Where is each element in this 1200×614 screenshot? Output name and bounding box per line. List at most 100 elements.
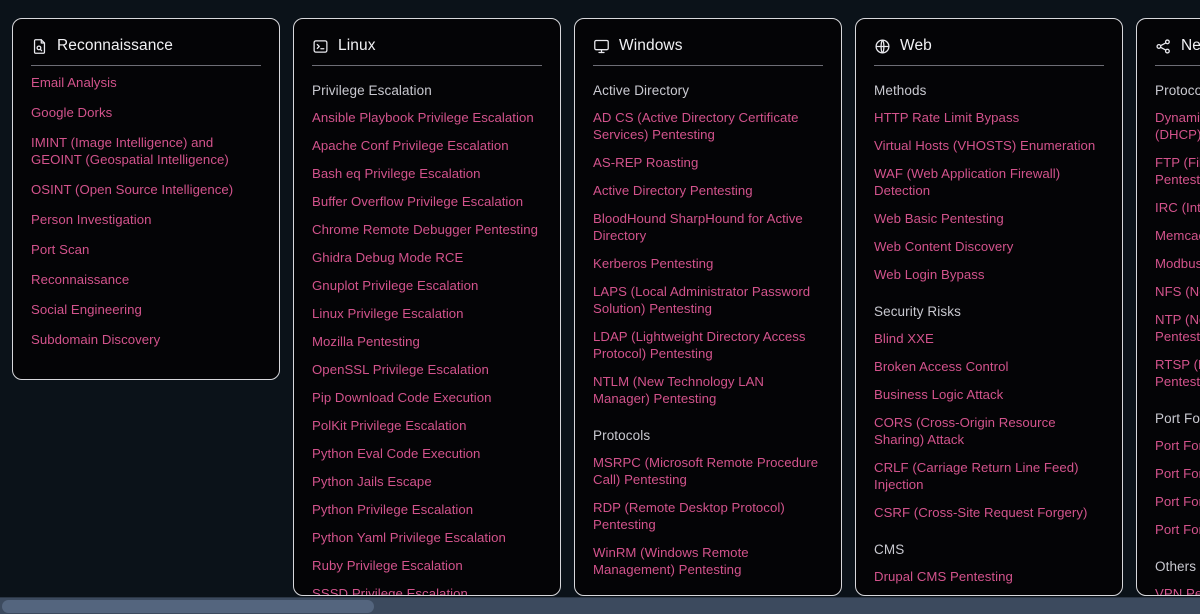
section-title: CMS [874, 542, 905, 557]
globe-icon [874, 38, 891, 55]
monitor-icon [593, 38, 610, 55]
section-title: Active Directory [593, 83, 690, 98]
topic-link[interactable]: FTP (File Transfer Protocol) Pentesting [1155, 154, 1200, 188]
topic-link[interactable]: CORS (Cross-Origin Resource Sharing) Att… [874, 414, 1104, 448]
topic-link[interactable]: Broken Access Control [874, 358, 1104, 375]
square-terminal-icon [312, 38, 329, 55]
card-section: Protocols MSRPC (Microsoft Remote Proced… [593, 428, 823, 578]
section-title: Port Forwarding [1155, 411, 1200, 426]
topic-link[interactable]: NTLM (New Technology LAN Manager) Pentes… [593, 373, 823, 407]
topic-link[interactable]: CRLF (Carriage Return Line Feed) Injecti… [874, 459, 1104, 493]
topic-link[interactable]: RDP (Remote Desktop Protocol) Pentesting [593, 499, 823, 533]
topic-link[interactable]: OSINT (Open Source Intelligence) [31, 181, 261, 198]
topic-link[interactable]: Bash eq Privilege Escalation [312, 165, 542, 182]
topic-link[interactable]: Ansible Playbook Privilege Escalation [312, 109, 542, 126]
topic-link[interactable]: Memcached Pentesting [1155, 227, 1200, 244]
topic-link[interactable]: Modbus Pentesting [1155, 255, 1200, 272]
section-title: Methods [874, 83, 927, 98]
card-header: Windows [593, 35, 823, 66]
section-title: Security Risks [874, 304, 961, 319]
topic-link[interactable]: Python Privilege Escalation [312, 501, 542, 518]
topic-link[interactable]: Kerberos Pentesting [593, 255, 823, 272]
topic-link[interactable]: AS-REP Roasting [593, 154, 823, 171]
page-root: Reconnaissance Email Analysis Google Dor… [0, 0, 1200, 614]
topic-link[interactable]: Python Jails Escape [312, 473, 542, 490]
topic-link[interactable]: IRC (Internet Relay Chat) Pentesting [1155, 199, 1200, 216]
topic-link[interactable]: MSRPC (Microsoft Remote Procedure Call) … [593, 454, 823, 488]
topic-link[interactable]: Linux Privilege Escalation [312, 305, 542, 322]
topic-link[interactable]: PolKit Privilege Escalation [312, 417, 542, 434]
card-header: Linux [312, 35, 542, 66]
card-web: Web Methods HTTP Rate Limit Bypass Virtu… [855, 18, 1123, 596]
card-title: Network [1181, 37, 1200, 54]
card-title: Web [900, 37, 932, 54]
section-title: Privilege Escalation [312, 83, 432, 98]
card-section: Email Analysis Google Dorks IMINT (Image… [31, 74, 261, 348]
card-section: Port Forwarding Port Forwarding with Chi… [1155, 411, 1200, 538]
topic-link[interactable]: Google Dorks [31, 104, 261, 121]
topic-link[interactable]: AD CS (Active Directory Certificate Serv… [593, 109, 823, 143]
card-body: Active Directory AD CS (Active Directory… [593, 83, 823, 578]
topic-link[interactable]: Chrome Remote Debugger Pentesting [312, 221, 542, 238]
topic-link[interactable]: VPN Pentesting [1155, 585, 1200, 595]
topic-link[interactable]: NTP (Network Time Protocol) Pentesting [1155, 311, 1200, 345]
topic-link[interactable]: WAF (Web Application Firewall) Detection [874, 165, 1104, 199]
horizontal-scrollbar-track[interactable] [0, 597, 1200, 614]
topic-link[interactable]: Blind XXE [874, 330, 1104, 347]
topic-link[interactable]: Active Directory Pentesting [593, 182, 823, 199]
topic-link[interactable]: IMINT (Image Intelligence) and GEOINT (G… [31, 134, 261, 168]
topic-link[interactable]: Python Eval Code Execution [312, 445, 542, 462]
topic-link[interactable]: Gnuplot Privilege Escalation [312, 277, 542, 294]
topic-link[interactable]: Port Forwarding with Socat [1155, 521, 1200, 538]
card-network: Network Protocols Dynamic Host Configura… [1136, 18, 1200, 596]
topic-link[interactable]: HTTP Rate Limit Bypass [874, 109, 1104, 126]
card-title: Windows [619, 37, 683, 54]
card-section: CMS Drupal CMS Pentesting [874, 542, 1104, 585]
topic-link[interactable]: Mozilla Pentesting [312, 333, 542, 350]
topic-link[interactable]: Dynamic Host Configuration Protocol (DHC… [1155, 109, 1200, 143]
card-body: Email Analysis Google Dorks IMINT (Image… [31, 74, 261, 348]
card-windows: Windows Active Directory AD CS (Active D… [574, 18, 842, 596]
card-section: Privilege Escalation Ansible Playbook Pr… [312, 83, 542, 595]
topic-link[interactable]: OpenSSL Privilege Escalation [312, 361, 542, 378]
category-cards-row: Reconnaissance Email Analysis Google Dor… [0, 0, 1200, 596]
topic-link[interactable]: LAPS (Local Administrator Password Solut… [593, 283, 823, 317]
topic-link[interactable]: Subdomain Discovery [31, 331, 261, 348]
topic-link[interactable]: Port Forwarding with Ligolo [1155, 465, 1200, 482]
card-body: Privilege Escalation Ansible Playbook Pr… [312, 83, 542, 595]
topic-link[interactable]: BloodHound SharpHound for Active Directo… [593, 210, 823, 244]
topic-link[interactable]: Port Forwarding with Chisel [1155, 437, 1200, 454]
topic-link[interactable]: RTSP (Real Time Streaming Protocol) Pent… [1155, 356, 1200, 390]
topic-link[interactable]: Web Basic Pentesting [874, 210, 1104, 227]
card-header: Reconnaissance [31, 35, 261, 66]
topic-link[interactable]: Social Engineering [31, 301, 261, 318]
topic-link[interactable]: Pip Download Code Execution [312, 389, 542, 406]
card-title: Reconnaissance [57, 37, 173, 54]
topic-link[interactable]: Drupal CMS Pentesting [874, 568, 1104, 585]
topic-link[interactable]: Business Logic Attack [874, 386, 1104, 403]
topic-link[interactable]: Email Analysis [31, 74, 261, 91]
topic-link[interactable]: NFS (Network File System) Pentesting [1155, 283, 1200, 300]
topic-link[interactable]: Ghidra Debug Mode RCE [312, 249, 542, 266]
topic-link[interactable]: Ruby Privilege Escalation [312, 557, 542, 574]
card-section: Protocols Dynamic Host Configuration Pro… [1155, 83, 1200, 390]
topic-link[interactable]: Port Forwarding with SSH [1155, 493, 1200, 510]
card-reconnaissance: Reconnaissance Email Analysis Google Dor… [12, 18, 280, 380]
topic-link[interactable]: SSSD Privilege Escalation [312, 585, 542, 595]
topic-link[interactable]: CSRF (Cross-Site Request Forgery) [874, 504, 1104, 521]
topic-link[interactable]: Person Investigation [31, 211, 261, 228]
topic-link[interactable]: Web Content Discovery [874, 238, 1104, 255]
horizontal-scrollbar-thumb[interactable] [2, 600, 374, 613]
topic-link[interactable]: Virtual Hosts (VHOSTS) Enumeration [874, 137, 1104, 154]
section-title: Protocols [593, 428, 651, 443]
topic-link[interactable]: Apache Conf Privilege Escalation [312, 137, 542, 154]
topic-link[interactable]: WinRM (Windows Remote Management) Pentes… [593, 544, 823, 578]
topic-link[interactable]: Python Yaml Privilege Escalation [312, 529, 542, 546]
card-body: Methods HTTP Rate Limit Bypass Virtual H… [874, 83, 1104, 585]
topic-link[interactable]: Port Scan [31, 241, 261, 258]
card-section: Others VPN Pentesting [1155, 559, 1200, 595]
topic-link[interactable]: Web Login Bypass [874, 266, 1104, 283]
topic-link[interactable]: Buffer Overflow Privilege Escalation [312, 193, 542, 210]
topic-link[interactable]: LDAP (Lightweight Directory Access Proto… [593, 328, 823, 362]
topic-link[interactable]: Reconnaissance [31, 271, 261, 288]
